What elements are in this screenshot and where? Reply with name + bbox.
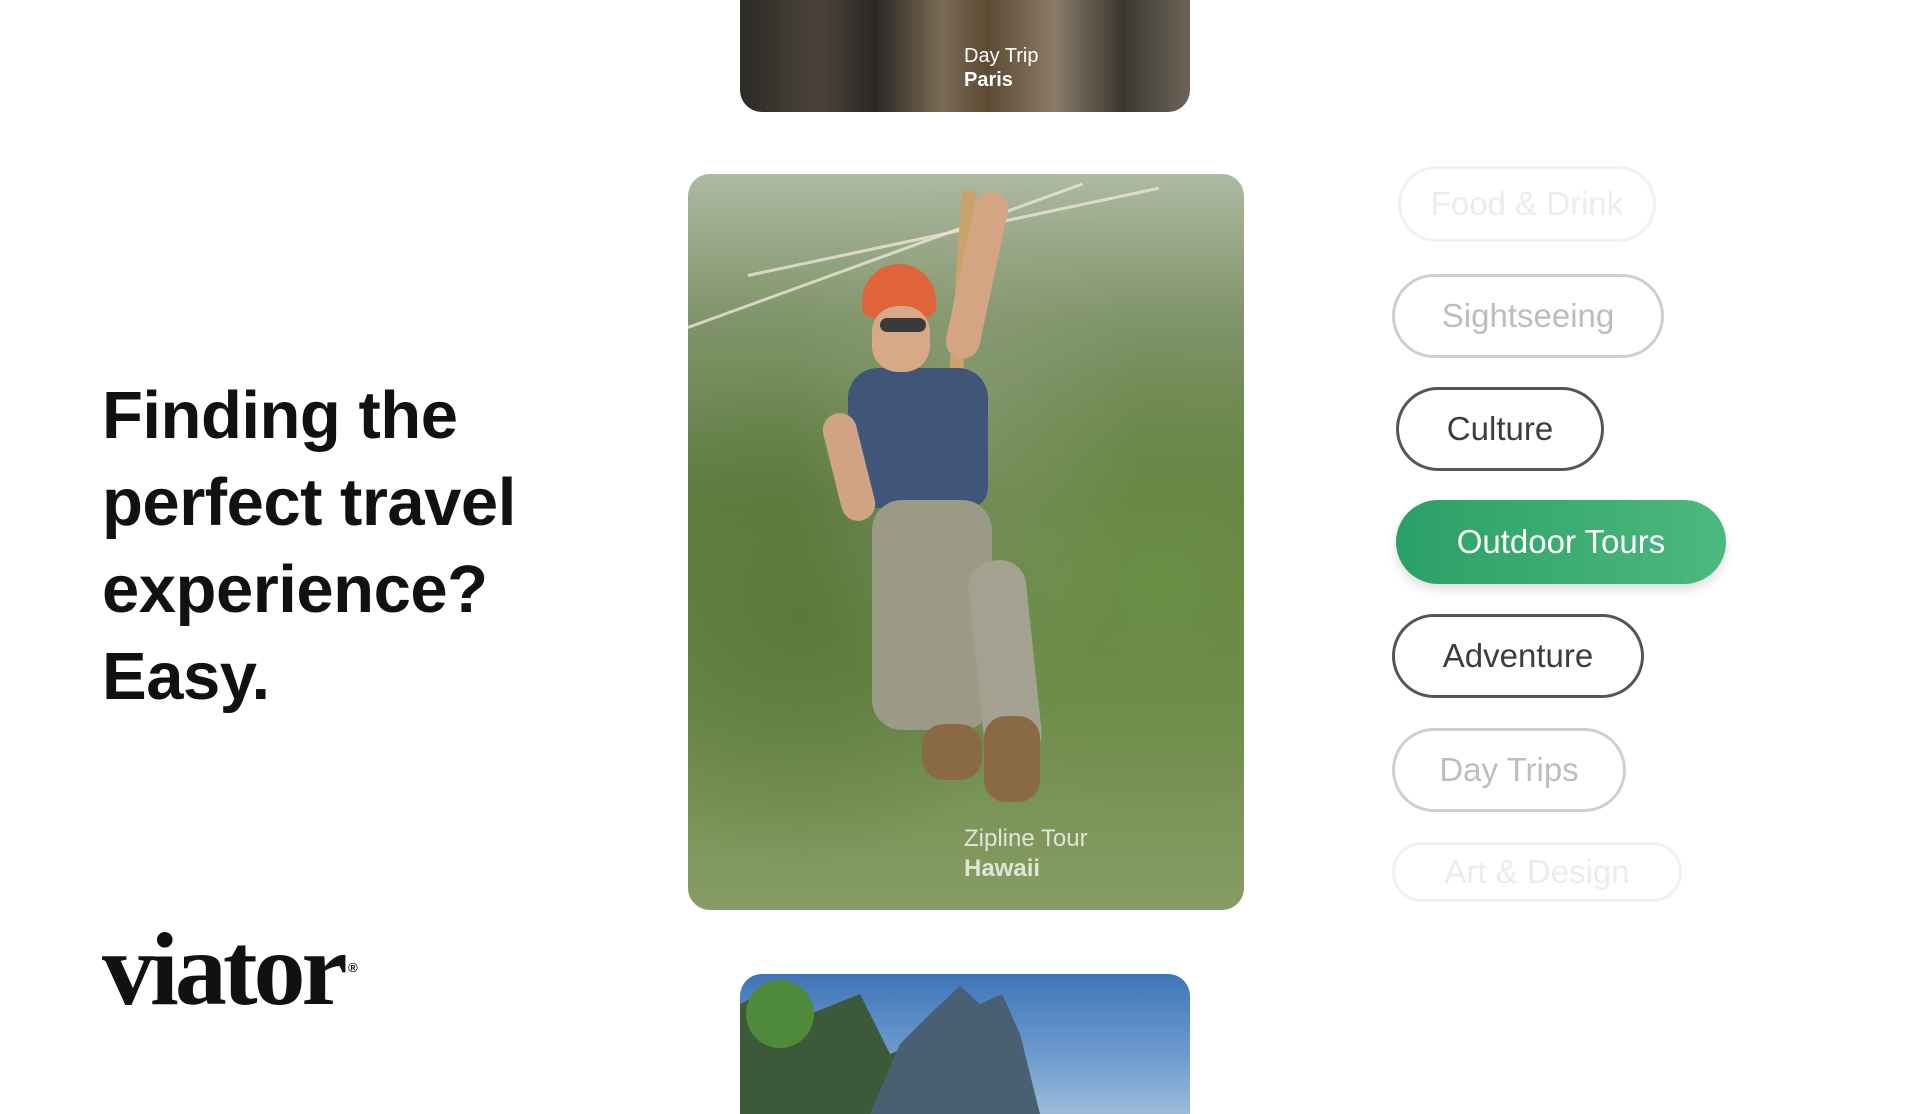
tree-canopy	[746, 980, 814, 1048]
experience-card-hawaii[interactable]: Zipline Tour Hawaii	[688, 174, 1244, 910]
category-pill-art-design[interactable]: Art & Design	[1392, 842, 1682, 902]
headline-line-3: experience?	[102, 552, 488, 627]
zipliner-boot	[984, 716, 1040, 802]
category-pill-sightseeing[interactable]: Sightseeing	[1392, 274, 1664, 358]
headline-line-4: Easy.	[102, 639, 270, 714]
experience-card-paris[interactable]: Day Trip Paris	[740, 0, 1190, 112]
zipliner-boot	[922, 724, 982, 780]
zipliner-arm	[942, 188, 1012, 362]
zipliner-face	[872, 306, 930, 372]
category-pill-outdoor-tours[interactable]: Outdoor Tours	[1396, 500, 1726, 584]
category-pill-culture[interactable]: Culture	[1396, 387, 1604, 471]
card-city: Paris	[964, 69, 1013, 91]
zipline-rope	[747, 186, 1160, 277]
experience-card-next[interactable]	[740, 974, 1190, 1114]
viator-logo: viator ®	[102, 918, 358, 1022]
card-type: Zipline Tour	[964, 825, 1088, 852]
registered-mark: ®	[348, 960, 358, 975]
card-caption: Zipline Tour Hawaii	[964, 824, 1088, 884]
category-pill-adventure[interactable]: Adventure	[1392, 614, 1644, 698]
peak-shape	[870, 986, 1040, 1114]
category-pill-day-trips[interactable]: Day Trips	[1392, 728, 1626, 812]
card-city: Hawaii	[964, 855, 1041, 882]
logo-wordmark: viator	[102, 912, 348, 1027]
headline-line-1: Finding the	[102, 378, 458, 453]
headline: Finding the perfect travel experience? E…	[102, 372, 622, 720]
category-pill-food-drink[interactable]: Food & Drink	[1398, 166, 1656, 242]
headline-line-2: perfect travel	[102, 465, 516, 540]
mountain-landscape	[740, 980, 1040, 1114]
card-caption: Day Trip Paris	[964, 44, 1038, 92]
card-type: Day Trip	[964, 45, 1039, 67]
zipliner-sunglasses	[880, 318, 926, 332]
